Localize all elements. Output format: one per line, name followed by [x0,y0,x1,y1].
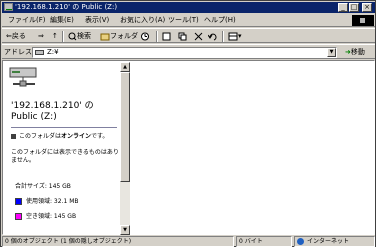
toolbar: ⇐戻る ⇒ ↑ 検索 フォルダ ▾ [2,28,375,43]
online-status: このフォルダはオンラインです。 [11,133,108,141]
toolbar-separator [156,31,158,42]
status-zone: インターネット [294,236,375,247]
search-button[interactable]: 検索 [68,31,91,41]
divider [11,127,117,128]
pane-title-line2: Public (Z:) [11,112,57,122]
maximize-button[interactable]: □ [349,3,359,12]
status-bullet-icon [11,134,16,139]
internet-zone-icon [297,238,304,245]
status-size: 0 バイト [236,236,292,247]
status-bar: 0 個のオブジェクト (1 個の隠しオブジェクト) 0 バイト インターネット [2,236,375,247]
history-icon [141,32,149,40]
undo-button[interactable] [208,31,218,41]
scroll-thumb[interactable] [120,72,130,182]
undo-icon [208,33,217,40]
go-button[interactable]: ➜移動 [345,48,365,57]
scroll-up-button[interactable]: ▲ [120,62,130,72]
title-bar[interactable]: '192.168.1.210' の Public (Z:) _ □ × [2,2,375,13]
menu-view[interactable]: 表示(V) [85,16,109,25]
status-objects: 0 個のオブジェクト (1 個の隠しオブジェクト) [2,236,234,247]
drive-icon [35,50,44,55]
explorer-window: '192.168.1.210' の Public (Z:) _ □ × ファイル… [0,0,376,247]
address-value: Z:¥ [47,48,59,56]
menu-help[interactable]: ヘルプ(H) [204,16,236,25]
windows-logo [352,15,374,26]
close-button[interactable]: × [362,3,372,12]
free-space-swatch [15,213,22,220]
web-view-pane: '192.168.1.210' の Public (Z:) このフォルダはオンラ… [5,63,119,234]
menu-favorites[interactable]: お気に入り(A) [120,16,165,25]
up-button[interactable]: ↑ [52,31,58,41]
folders-icon [100,33,110,40]
move-to-icon [162,32,171,40]
delete-button[interactable] [194,31,203,41]
window-title: '192.168.1.210' の Public (Z:) [15,3,118,11]
pane-title-line1: '192.168.1.210' の [11,101,94,111]
search-icon [68,32,77,40]
menu-edit[interactable]: 編集(E) [50,16,74,25]
toolbar-separator [222,31,224,42]
move-to-button[interactable] [162,31,172,41]
online-suffix: です。 [91,133,109,140]
total-size: 合計サイズ: 145 GB [15,183,71,190]
copy-to-button[interactable] [178,31,188,41]
pane-title: '192.168.1.210' の Public (Z:) [11,101,94,123]
search-label: 検索 [77,32,91,40]
folder-view[interactable]: '192.168.1.210' の Public (Z:) このフォルダはオンラ… [2,60,375,235]
used-space-swatch [15,198,22,205]
network-drive-icon [4,3,13,11]
folders-button[interactable]: フォルダ [100,31,138,41]
minimize-button[interactable]: _ [338,3,348,12]
menu-bar: ファイル(F) 編集(E) 表示(V) お気に入り(A) ツール(T) ヘルプ(… [2,14,375,27]
address-bar: アドレス(D) Z:¥ ▼ ➜移動 [2,44,375,59]
views-dropdown: ▾ [238,32,242,40]
free-space: 空き領域: 145 GB [15,213,76,221]
forward-button[interactable]: ⇒ [38,31,44,41]
used-space-label: 使用領域: 32.1 MB [26,198,79,205]
address-dropdown-button[interactable]: ▼ [327,48,336,57]
scroll-down-button[interactable]: ▼ [120,225,130,235]
network-drive-icon [9,67,37,87]
go-label: 移動 [350,48,365,56]
used-space: 使用領域: 32.1 MB [15,198,79,206]
copy-to-icon [178,32,187,40]
status-zone-label: インターネット [307,238,350,245]
menu-tools[interactable]: ツール(T) [168,16,199,25]
online-bold: オンライン [61,133,92,140]
toolbar-separator [62,31,64,42]
menu-file[interactable]: ファイル(F) [8,16,46,25]
views-icon [228,32,238,40]
folders-label: フォルダ [110,32,138,40]
online-prefix: このフォルダは [19,133,62,140]
views-button[interactable]: ▾ [228,31,242,41]
pane-scrollbar[interactable]: ▲ ▼ [120,62,130,235]
empty-folder-note: このフォルダには表示できるものはありません。 [11,149,119,164]
history-button[interactable] [140,31,150,41]
back-button[interactable]: ⇐戻る [6,31,26,41]
address-input[interactable]: Z:¥ ▼ [32,47,337,58]
delete-icon [194,32,203,40]
free-space-label: 空き領域: 145 GB [26,213,77,220]
